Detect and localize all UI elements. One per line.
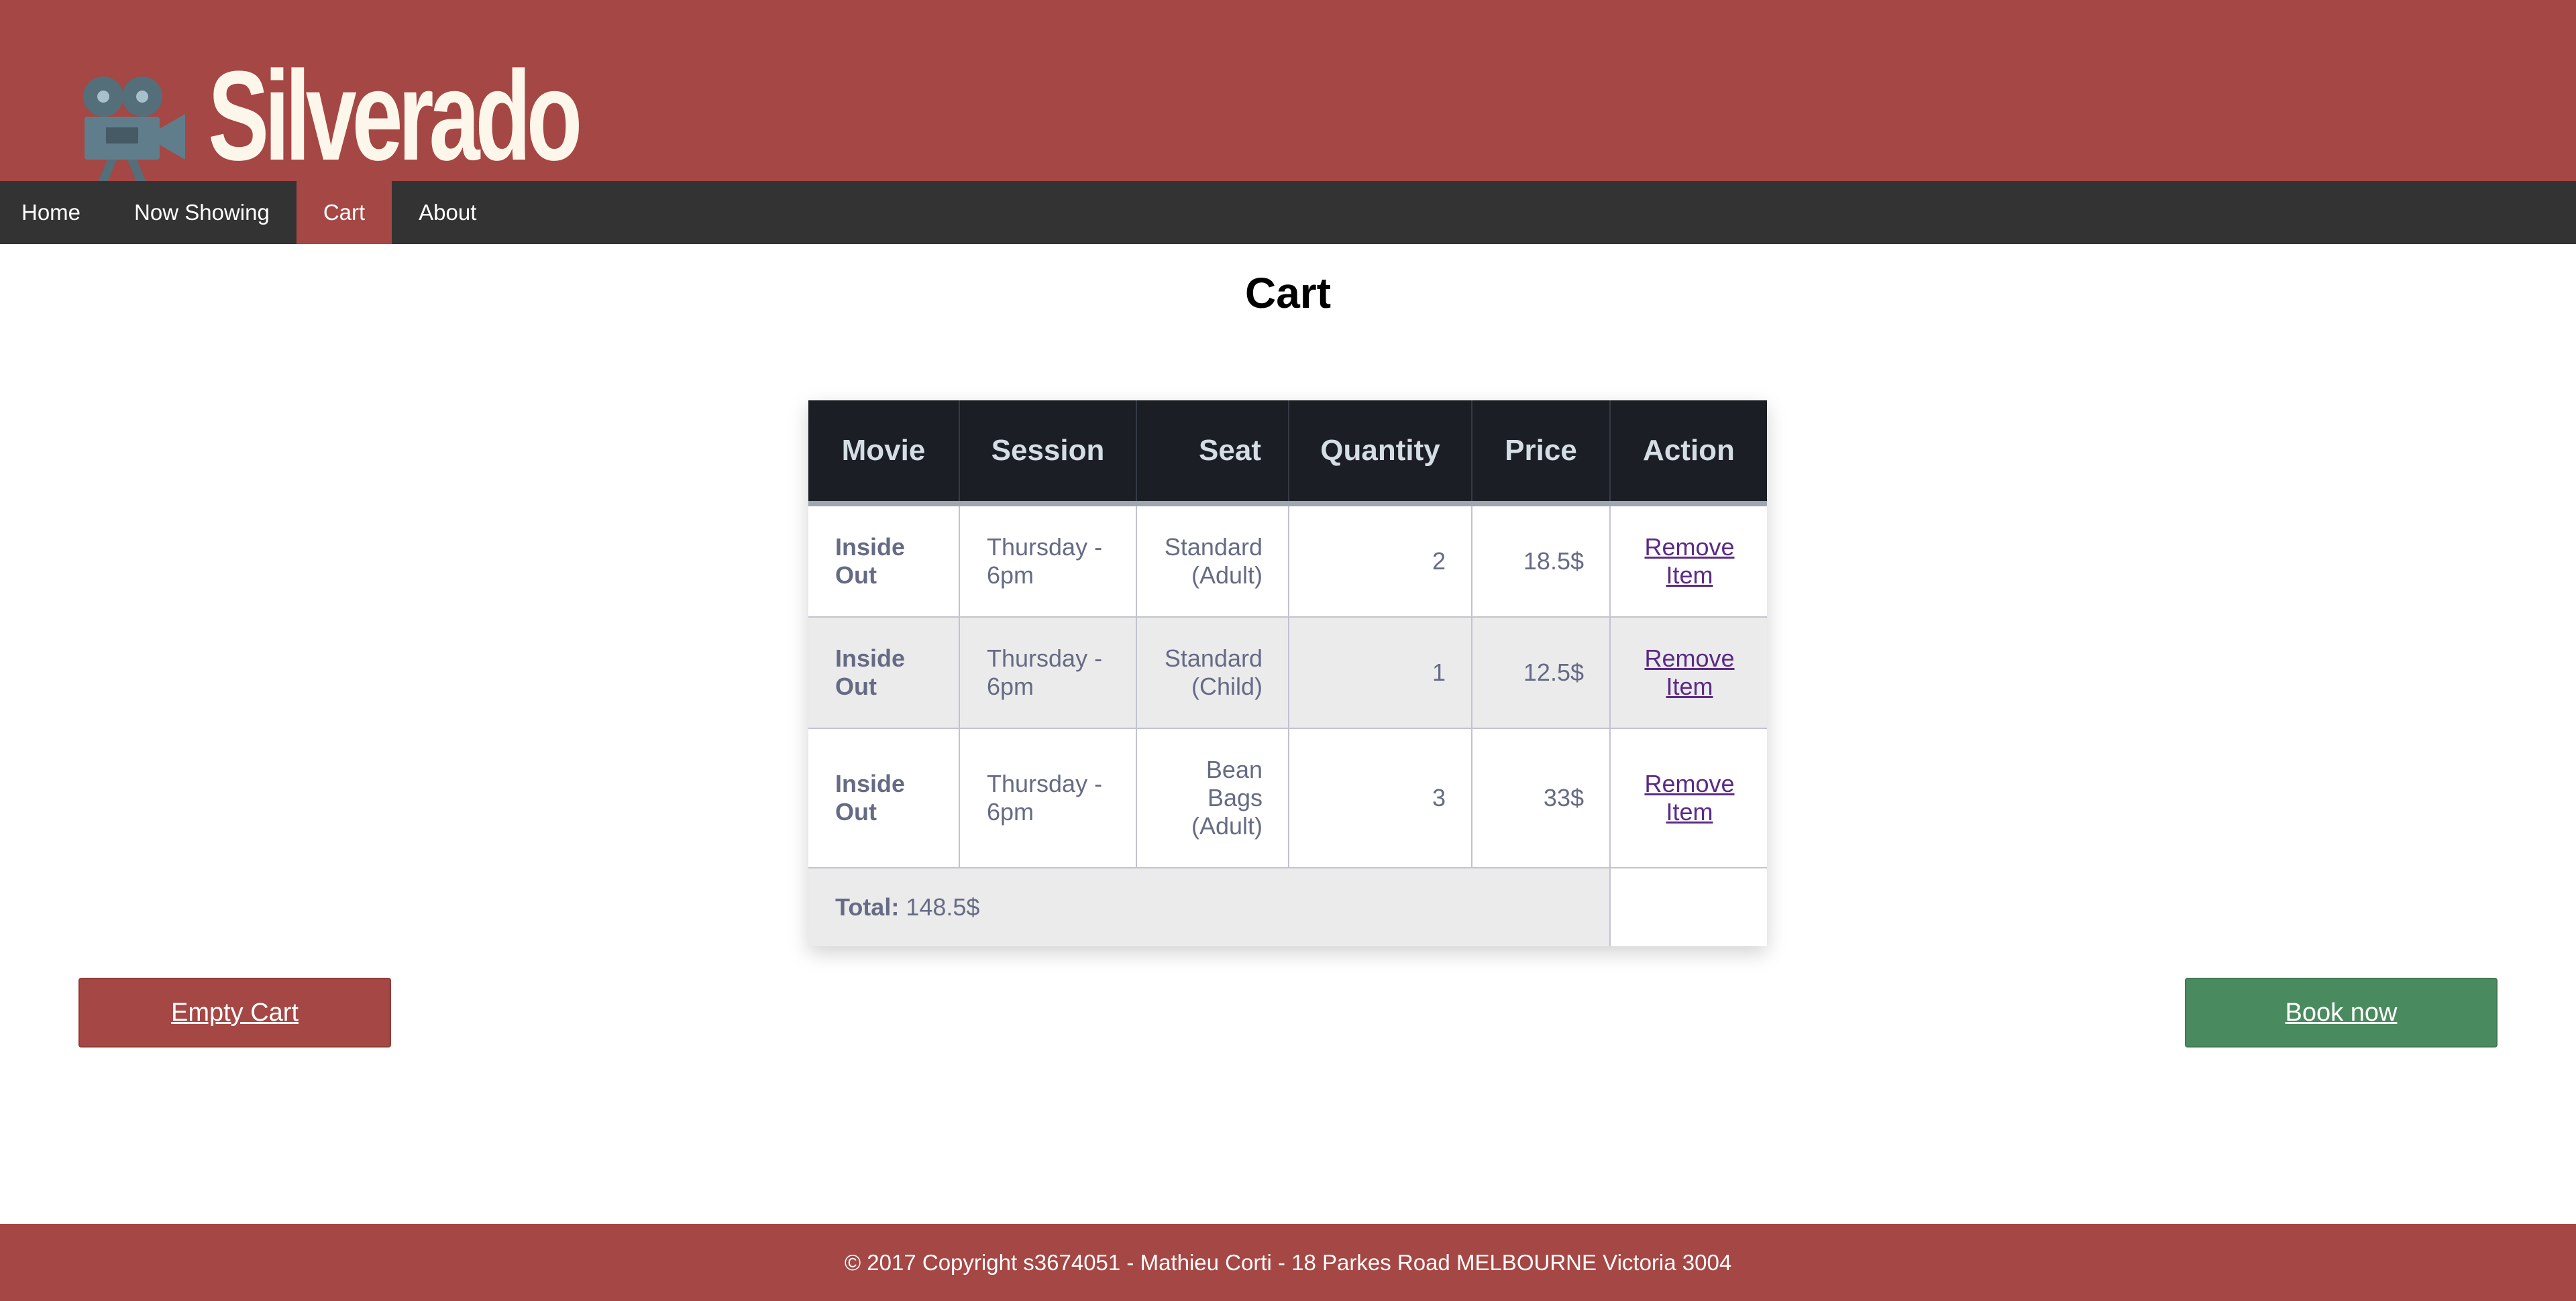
nav-item-home[interactable]: Home (0, 181, 107, 244)
total-cell: Total: 148.5$ (808, 868, 1611, 946)
cell-movie: Inside Out (808, 728, 960, 868)
cell-price: 12.5$ (1472, 617, 1611, 729)
cell-movie: Inside Out (808, 504, 960, 618)
table-row: Inside Out Thursday - 6pm Bean Bags (Adu… (808, 728, 1767, 868)
page-title: Cart (1244, 269, 1332, 317)
cell-price: 18.5$ (1472, 504, 1611, 618)
remove-item-link[interactable]: Remove Item (1644, 770, 1734, 826)
cell-quantity: 3 (1289, 728, 1472, 868)
cell-seat: Standard (Adult) (1136, 504, 1289, 618)
total-value: 148.5$ (906, 893, 980, 921)
cell-seat: Standard (Child) (1136, 617, 1289, 729)
cart-header-row: Movie Session Seat Quantity Price Action (808, 400, 1767, 506)
nav-item-cart[interactable]: Cart (296, 181, 392, 244)
total-label: Total: (835, 893, 900, 921)
main-nav: Home Now Showing Cart About (0, 181, 2576, 244)
column-header-seat: Seat (1136, 400, 1289, 506)
cell-action: Remove Item (1610, 617, 1767, 729)
film-camera-icon[interactable] (78, 70, 185, 182)
cart-table: Movie Session Seat Quantity Price Action… (808, 400, 1767, 946)
site-footer: © 2017 Copyright s3674051 - Mathieu Cort… (0, 1224, 2576, 1301)
column-header-session: Session (959, 400, 1137, 506)
cell-session: Thursday - 6pm (959, 617, 1137, 729)
cell-session: Thursday - 6pm (959, 504, 1137, 618)
cell-quantity: 1 (1289, 617, 1472, 729)
book-now-button[interactable]: Book now (2185, 978, 2498, 1048)
nav-item-now-showing[interactable]: Now Showing (107, 181, 297, 244)
cell-movie: Inside Out (808, 617, 960, 729)
cell-seat: Bean Bags (Adult) (1136, 728, 1289, 868)
table-row: Inside Out Thursday - 6pm Standard (Adul… (808, 504, 1767, 618)
cell-session: Thursday - 6pm (959, 728, 1137, 868)
column-header-price: Price (1472, 400, 1611, 506)
cell-quantity: 2 (1289, 504, 1472, 618)
total-empty-cell (1610, 868, 1767, 946)
cell-action: Remove Item (1610, 728, 1767, 868)
empty-cart-button[interactable]: Empty Cart (78, 978, 391, 1048)
remove-item-link[interactable]: Remove Item (1644, 533, 1734, 589)
footer-copyright: © 2017 Copyright s3674051 - Mathieu Cort… (844, 1249, 1732, 1275)
site-header: Silverado (0, 0, 2576, 182)
nav-item-about[interactable]: About (392, 181, 503, 244)
column-header-quantity: Quantity (1289, 400, 1472, 506)
column-header-action: Action (1610, 400, 1767, 506)
site-title[interactable]: Silverado (208, 52, 582, 180)
remove-item-link[interactable]: Remove Item (1644, 644, 1734, 700)
table-row: Inside Out Thursday - 6pm Standard (Chil… (808, 617, 1767, 729)
cart-table-container: Movie Session Seat Quantity Price Action… (808, 400, 1767, 946)
column-header-movie: Movie (808, 400, 960, 506)
total-row: Total: 148.5$ (808, 868, 1767, 946)
cell-price: 33$ (1472, 728, 1611, 868)
cell-action: Remove Item (1610, 504, 1767, 618)
